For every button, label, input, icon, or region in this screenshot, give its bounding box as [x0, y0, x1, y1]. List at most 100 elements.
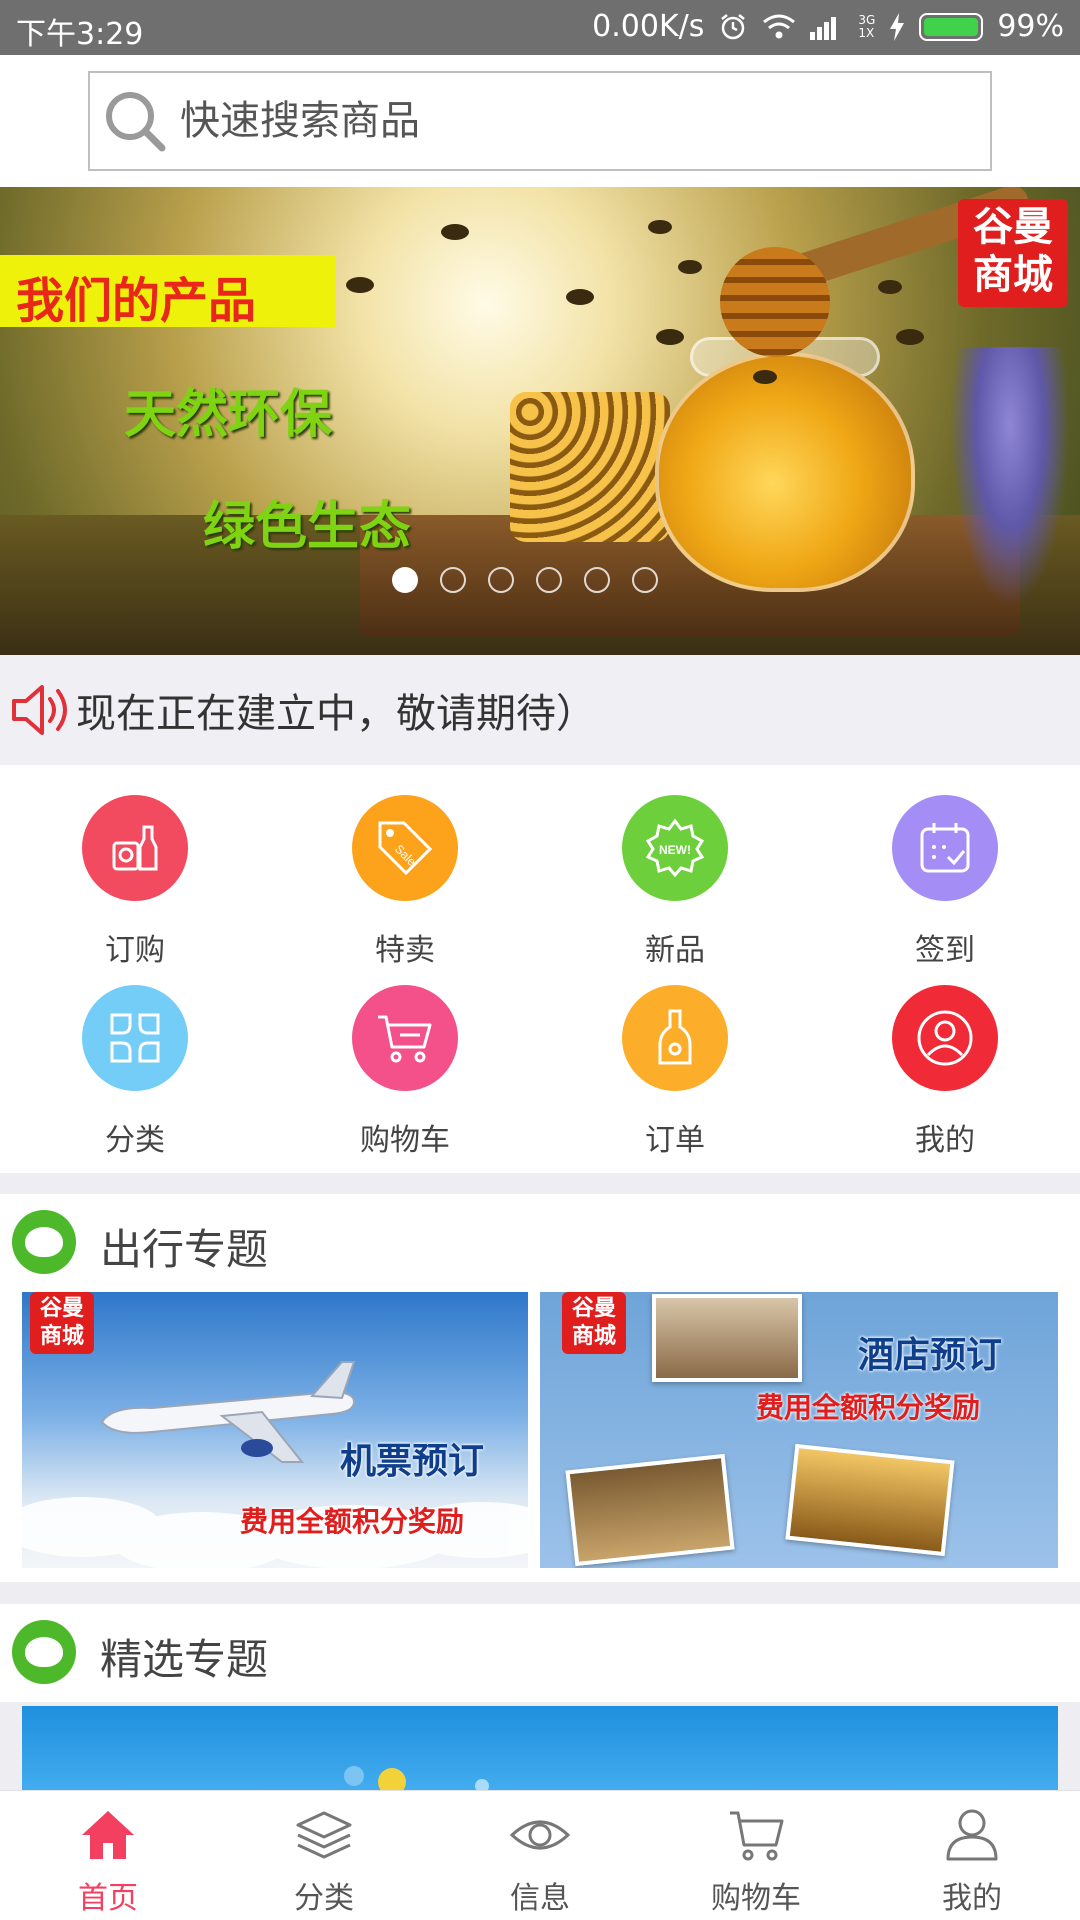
- status-time: 下午3:29: [16, 17, 144, 52]
- signal-icon: [810, 16, 837, 40]
- search-box[interactable]: [88, 71, 992, 171]
- banner-title-box: 我们的产品: [0, 255, 336, 329]
- eye-icon: [509, 1820, 571, 1850]
- banner-slogan-1: 天然环保: [124, 385, 333, 445]
- section-logo-icon: [12, 1210, 76, 1274]
- entry-sale[interactable]: Sale 特卖: [270, 765, 540, 968]
- quick-entry-grid: 订购 Sale 特卖 NEW! 新品 签到 分类 购物车 订单 我的: [0, 765, 1080, 1173]
- search-bar-area: [0, 55, 1080, 187]
- travel-section-header: 出行专题: [0, 1194, 1080, 1292]
- brand-logo-badge: 谷曼 商城: [30, 1292, 94, 1354]
- network-type-top: 3G: [858, 12, 876, 27]
- new-badge-icon: NEW!: [645, 818, 705, 878]
- travel-promo-row: 谷曼 商城 机票预订 费用全额积分奖励 谷曼 商城 酒店预订 费用全额积分奖励: [0, 1292, 1080, 1582]
- home-icon: [82, 1811, 134, 1859]
- search-icon: [106, 92, 166, 152]
- wifi-icon: [763, 14, 796, 38]
- search-input[interactable]: [180, 81, 990, 161]
- nav-cart[interactable]: 购物车: [648, 1791, 864, 1920]
- status-indicators: 0.00K/s 3G 1X 99%: [592, 9, 1064, 44]
- orders-circle: [622, 985, 728, 1091]
- flight-promo-subtitle: 费用全额积分奖励: [240, 1505, 465, 1538]
- mine-circle: [892, 985, 998, 1091]
- carousel-dot[interactable]: [488, 567, 514, 593]
- layers-icon: [296, 1811, 352, 1859]
- section-logo-icon: [12, 1620, 76, 1684]
- notice-bar[interactable]: 现在正在建立中，敬请期待）: [0, 655, 1080, 765]
- order-circle: [82, 795, 188, 901]
- entry-checkin[interactable]: 签到: [810, 765, 1080, 968]
- entry-label: 分类: [105, 1123, 165, 1158]
- nav-category[interactable]: 分类: [216, 1791, 432, 1920]
- charging-icon: [890, 12, 905, 41]
- banner-carousel[interactable]: 我们的产品 天然环保 绿色生态 谷曼 商城: [0, 187, 1080, 655]
- section-title: 出行专题: [100, 1225, 269, 1274]
- sale-circle: Sale: [352, 795, 458, 901]
- hotel-promo-subtitle: 费用全额积分奖励: [756, 1391, 981, 1424]
- sale-tag-icon: Sale: [378, 821, 433, 876]
- entry-label: 订单: [645, 1123, 705, 1158]
- hotel-hall-photo: [785, 1443, 955, 1557]
- entry-cart[interactable]: 购物车: [270, 955, 540, 1158]
- brand-logo-line2: 商城: [973, 252, 1053, 298]
- entry-order[interactable]: 订购: [0, 765, 270, 968]
- nav-mine[interactable]: 我的: [864, 1791, 1080, 1920]
- banner-title: 我们的产品: [16, 273, 257, 329]
- network-type: 3G 1X: [858, 12, 876, 40]
- user-icon: [917, 1010, 973, 1066]
- category-circle: [82, 985, 188, 1091]
- hotel-booking-card[interactable]: 谷曼 商城 酒店预订 费用全额积分奖励: [540, 1292, 1058, 1568]
- hotel-room-photo: [652, 1294, 802, 1382]
- svg-text:NEW!: NEW!: [659, 843, 691, 857]
- nav-info[interactable]: 信息: [432, 1791, 648, 1920]
- nav-label: 首页: [78, 1881, 138, 1916]
- battery-percent: 99%: [997, 9, 1064, 44]
- hotel-restaurant-photo: [565, 1453, 735, 1567]
- cart-icon: [730, 1811, 784, 1861]
- entry-new[interactable]: NEW! 新品: [540, 765, 810, 968]
- brand-logo-line1: 谷曼: [973, 204, 1053, 250]
- featured-section-header: 精选专题: [0, 1604, 1080, 1702]
- flight-promo-title: 机票预订: [340, 1441, 485, 1482]
- battery-icon: [919, 12, 984, 41]
- new-circle: NEW!: [622, 795, 728, 901]
- carousel-dot[interactable]: [392, 567, 418, 593]
- user-icon: [946, 1809, 998, 1861]
- entry-mine[interactable]: 我的: [810, 955, 1080, 1158]
- nav-label: 我的: [942, 1881, 1002, 1916]
- cart-icon: [378, 1015, 432, 1063]
- bottom-navigation: 首页 分类 信息 购物车 我的: [0, 1790, 1080, 1920]
- status-bar: 下午3:29 0.00K/s 3G 1X 99%: [0, 0, 1080, 55]
- entry-label: 我的: [915, 1123, 975, 1158]
- category-icon: [110, 1013, 160, 1063]
- nav-label: 购物车: [711, 1881, 801, 1916]
- section-title: 精选专题: [100, 1635, 269, 1684]
- entry-category[interactable]: 分类: [0, 955, 270, 1158]
- carousel-dot[interactable]: [584, 567, 610, 593]
- network-speed: 0.00K/s: [592, 9, 705, 44]
- nav-label: 信息: [510, 1881, 570, 1916]
- brand-logo-line1: 谷曼: [571, 1296, 616, 1321]
- featured-banner[interactable]: [22, 1706, 1058, 1796]
- banner-slogan-2: 绿色生态: [203, 497, 412, 557]
- app-root: 下午3:29 0.00K/s 3G 1X 99% 快速搜索商品 我们的产品 天然…: [0, 0, 1080, 1920]
- brand-logo-badge: 谷曼 商城: [562, 1292, 626, 1354]
- checkin-circle: [892, 795, 998, 901]
- brand-logo-line2: 商城: [39, 1324, 84, 1349]
- nav-home[interactable]: 首页: [0, 1791, 216, 1920]
- hotel-promo-title: 酒店预订: [858, 1335, 1003, 1376]
- carousel-dot[interactable]: [536, 567, 562, 593]
- speaker-icon: [10, 679, 78, 741]
- carousel-dot[interactable]: [632, 567, 658, 593]
- entry-orders[interactable]: 订单: [540, 955, 810, 1158]
- carousel-dot[interactable]: [440, 567, 466, 593]
- carousel-indicator: [392, 567, 658, 593]
- featured-decoration: [344, 1766, 489, 1796]
- cart-circle: [352, 985, 458, 1091]
- brand-logo-line2: 商城: [571, 1324, 616, 1349]
- order-bottle-icon: [658, 1009, 692, 1065]
- network-type-bottom: 1X: [858, 25, 875, 40]
- flight-booking-card[interactable]: 谷曼 商城 机票预订 费用全额积分奖励: [22, 1292, 528, 1568]
- entry-label: 购物车: [360, 1123, 450, 1158]
- brand-logo-badge: 谷曼 商城: [958, 199, 1068, 307]
